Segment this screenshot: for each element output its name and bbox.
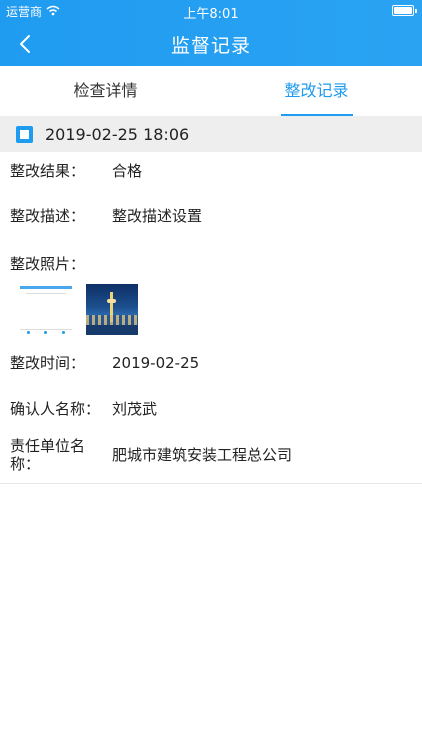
field-label: 责任单位名称： [10,437,86,473]
record-detail: 整改结果： 合格 整改描述： 整改描述设置 整改照片： 整改时间： 2019-0… [0,152,422,484]
photo-thumbnail[interactable] [86,284,138,335]
photo-thumbnail[interactable] [20,284,72,335]
tab-inspection-details[interactable]: 检查详情 [0,66,211,116]
field-value: 2019-02-25 [112,354,200,372]
status-time: 上午8:01 [183,7,239,22]
nav-bar: 监督记录 [0,22,422,66]
field-label: 整改时间： [10,354,86,372]
record-datetime: 2019-02-25 18:06 [45,125,190,144]
tab-bar: 检查详情 整改记录 [0,66,422,116]
field-label: 整改描述： [10,207,86,225]
field-label: 整改结果： [10,162,86,180]
battery-icon [392,5,417,16]
field-value: 肥城市建筑安装工程总公司 [112,446,293,464]
field-value: 整改描述设置 [112,207,203,225]
field-label: 整改照片： [10,255,86,273]
field-value: 刘茂武 [112,400,158,418]
photo-list [20,284,138,335]
record-header[interactable]: 2019-02-25 18:06 [0,116,422,152]
app-header: 运营商 上午8:01 监督记录 [0,0,422,66]
field-label: 确认人名称： [10,400,101,418]
status-bar: 运营商 上午8:01 [0,0,422,22]
checkbox-icon[interactable] [16,126,33,143]
page-title: 监督记录 [170,35,251,57]
tab-rectification-records[interactable]: 整改记录 [211,66,422,116]
field-value: 合格 [112,162,143,180]
